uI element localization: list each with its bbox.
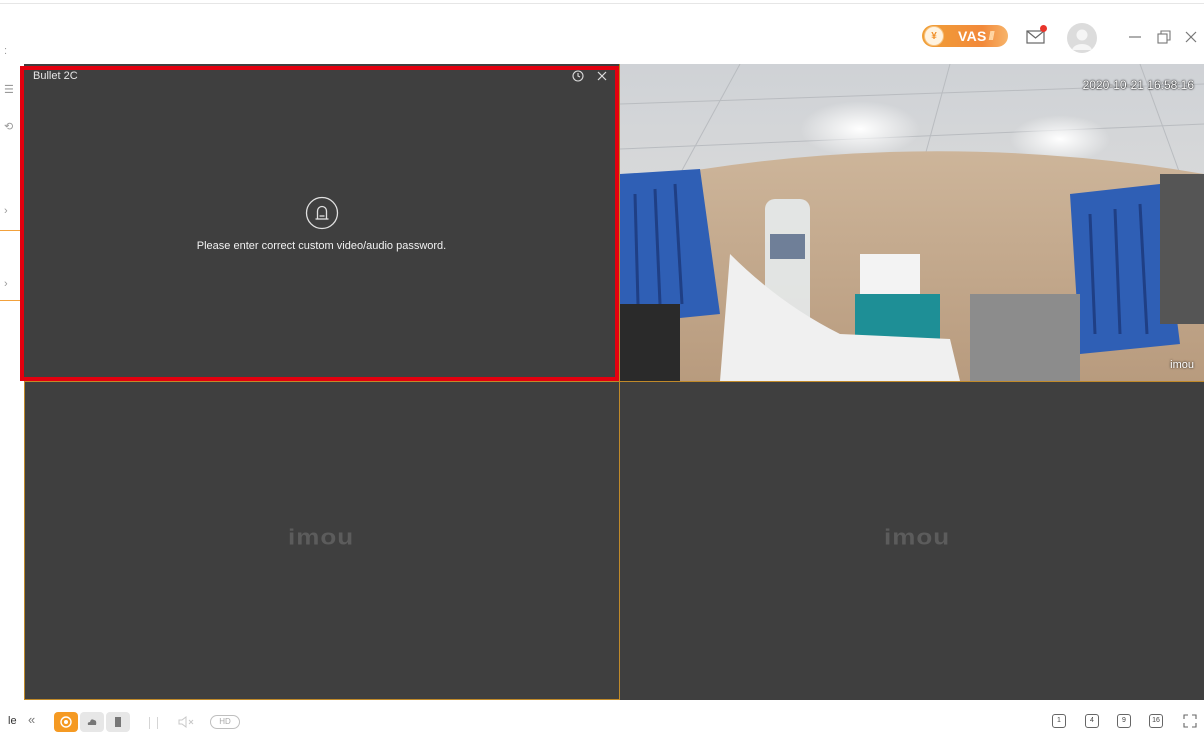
sd-card-icon xyxy=(115,717,121,727)
sidebar-divider xyxy=(0,230,20,231)
imou-logo: imou xyxy=(884,524,951,550)
collapse-icon[interactable]: « xyxy=(28,712,35,727)
camera-feed-image xyxy=(620,64,1204,381)
cloud-mode-button[interactable] xyxy=(80,712,104,732)
layout-1-button[interactable]: 1 xyxy=(1051,713,1067,729)
sidebar-edge: : ☰ ⟲ › › xyxy=(0,40,20,340)
restore-icon[interactable] xyxy=(1154,27,1174,47)
record-icon xyxy=(60,716,72,728)
clock-icon[interactable] xyxy=(571,69,585,83)
imou-logo: imou xyxy=(288,524,355,550)
stripes-icon: /// xyxy=(988,29,995,43)
timestamp: 2020-10-21 16:58:16 xyxy=(1082,78,1194,92)
hd-toggle[interactable]: HD xyxy=(210,715,240,729)
layout-9-label: 9 xyxy=(1117,714,1131,728)
expand-icon[interactable]: › xyxy=(4,278,8,290)
minimize-icon[interactable] xyxy=(1125,27,1145,47)
bottom-toolbar: le « HD 1 4 9 16 xyxy=(0,700,1204,735)
sidebar-glyph: : xyxy=(4,45,8,57)
layout-16-label: 16 xyxy=(1149,714,1163,728)
vas-button[interactable]: ¥ VAS /// xyxy=(922,25,1008,47)
vas-label: VAS xyxy=(958,28,987,44)
camera-name: Bullet 2C xyxy=(33,70,78,82)
toolbar-separator xyxy=(157,717,158,729)
grid-divider xyxy=(24,382,25,700)
menu-icon[interactable]: ☰ xyxy=(4,83,14,96)
video-pane-3[interactable]: imou xyxy=(24,382,619,700)
video-pane-2[interactable]: 2020-10-21 16:58:16 imou xyxy=(620,64,1204,381)
layout-4-button[interactable]: 4 xyxy=(1084,713,1100,729)
video-pane-1[interactable]: Bullet 2C Please enter correct custom vi… xyxy=(24,64,619,381)
layout-9-button[interactable]: 9 xyxy=(1116,713,1132,729)
cloud-icon xyxy=(87,719,97,725)
camera-watermark: imou xyxy=(1170,359,1194,371)
grid-divider xyxy=(24,381,1204,382)
expand-icon[interactable]: › xyxy=(4,205,8,217)
title-bar: ¥ VAS /// xyxy=(0,4,1204,64)
coin-icon: ¥ xyxy=(924,26,944,46)
layout-1-label: 1 xyxy=(1052,714,1066,728)
toolbar-separator xyxy=(149,717,150,729)
notification-dot xyxy=(1040,25,1047,32)
password-error-message: Please enter correct custom video/audio … xyxy=(196,240,447,252)
live-mode-button[interactable] xyxy=(54,712,78,732)
avatar[interactable] xyxy=(1067,23,1097,53)
speaker-icon[interactable] xyxy=(176,714,196,730)
sidebar-divider xyxy=(0,300,20,301)
close-pane-icon[interactable] xyxy=(595,69,609,83)
user-icon xyxy=(1072,29,1092,50)
video-pane-4[interactable]: imou xyxy=(620,382,1204,700)
layout-4-label: 4 xyxy=(1085,714,1099,728)
pane-toolbar xyxy=(571,69,609,83)
clipped-label: le xyxy=(8,715,17,727)
storage-mode-button[interactable] xyxy=(106,712,130,732)
video-grid: Bullet 2C Please enter correct custom vi… xyxy=(24,64,1204,700)
layout-16-button[interactable]: 16 xyxy=(1148,713,1164,729)
grid-divider xyxy=(619,64,620,700)
refresh-icon[interactable]: ⟲ xyxy=(4,120,13,133)
close-icon[interactable] xyxy=(1181,27,1201,47)
playback-mode-group xyxy=(54,712,132,732)
fullscreen-icon[interactable] xyxy=(1182,713,1198,729)
lock-icon xyxy=(305,196,339,230)
